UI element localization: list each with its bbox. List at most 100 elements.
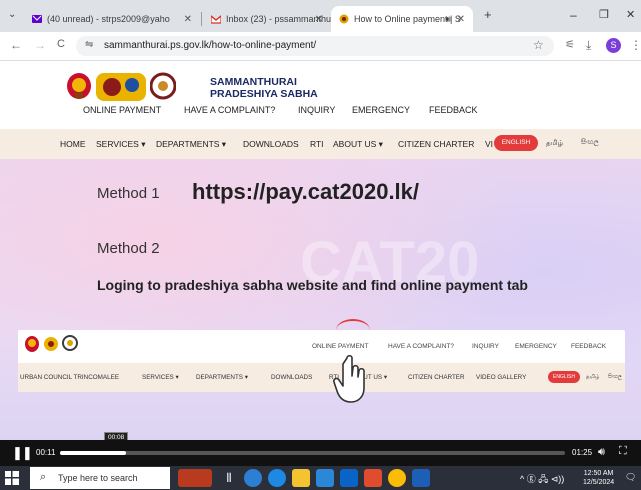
embedded-seal-logo [62,335,78,351]
embedded-nav-citizen-charter: CITIZEN CHARTER [408,374,465,381]
browser-menu-icon[interactable]: ⋮ [630,38,641,52]
embedded-council-logo [44,337,58,351]
tab-gmail[interactable]: Inbox (23) - pssammanthurai@ ✕ [203,6,331,32]
taskbar-search-box[interactable]: ⌕ Type here to search [30,467,170,489]
embedded-nav-inquiry: INQUIRY [472,343,499,350]
duration-time: 01:25 [572,448,593,457]
site-title[interactable]: SAMMANTHURAI PRADESHIYA SABHA [210,76,318,100]
government-emblem-logo[interactable] [66,72,92,100]
url-text: sammanthurai.ps.gov.lk/how-to-online-pay… [104,40,317,51]
bookmark-star-icon[interactable]: ☆ [533,38,544,52]
office-icon[interactable] [364,469,382,487]
embedded-nav-downloads: DOWNLOADS [271,374,313,381]
lang-sinhala-link[interactable]: සිංහල [581,139,599,147]
method2-description: Loging to pradeshiya sabha website and f… [97,277,528,293]
search-icon: ⌕ [40,471,47,483]
method1-label: Method 1 [97,185,160,202]
embedded-nav-departments: DEPARTMENTS ▾ [196,374,248,381]
windows-taskbar: ⌕ Type here to search ⫴ ^ ⓖ 🖧 ⊲)) 12:50 … [0,466,641,490]
province-logo[interactable] [94,69,148,103]
outlook-icon[interactable] [340,469,358,487]
embedded-main-navigation: URBAN COUNCIL TRINCOMALEE SERVICES ▾ DEP… [18,363,625,392]
forward-button[interactable]: → [34,38,46,52]
video-player[interactable]: CAT20 Method 1 https://pay.cat2020.lk/ M… [0,159,641,440]
nav-services[interactable]: SERVICES ▾ [96,139,145,150]
volume-icon[interactable]: 🔊︎ [598,446,605,459]
tab-yahoo-mail[interactable]: (40 unread) - strps2009@yaho ✕ [24,6,200,32]
notification-icon[interactable]: 🗨︎ [625,472,636,483]
reload-button[interactable]: C [57,38,65,50]
nav-emergency[interactable]: EMERGENCY [352,105,410,115]
seek-bar-progress [60,451,126,455]
audio-playing-icon[interactable]: 🔊︎ [445,14,451,25]
site-title-line1: SAMMANTHURAI [210,76,297,88]
nav-video-gallery-truncated[interactable]: VI [485,139,493,149]
back-button[interactable]: ← [10,38,22,52]
windows-start-icon[interactable] [5,471,19,485]
extensions-icon[interactable]: ⚟ [565,38,575,51]
clock-date: 12/5/2024 [583,479,615,486]
embedded-nav-video-gallery: VIDEO GALLERY [476,374,527,381]
taskbar-photo-thumbnail[interactable] [178,469,212,487]
website-header: SAMMANTHURAI PRADESHIYA SABHA ONLINE PAY… [0,61,641,159]
tab-search-icon[interactable]: ⌄ [8,9,16,20]
close-tab-icon[interactable]: ✕ [315,14,323,25]
nav-citizen-charter[interactable]: CITIZEN CHARTER [398,139,474,149]
taskbar-clock[interactable]: 12:50 AM 12/5/2024 [583,469,614,487]
system-tray-icons[interactable]: ^ ⓖ 🖧 ⊲)) [520,472,564,488]
restore-button[interactable]: ❐ [599,8,609,21]
store-icon[interactable] [316,469,334,487]
screen: ⌄ (40 unread) - strps2009@yaho ✕ Inbox (… [0,0,641,490]
address-field[interactable]: ⇋ sammanthurai.ps.gov.lk/how-to-online-p… [76,36,554,56]
download-icon[interactable]: ⤓ [586,38,591,53]
new-tab-button[interactable]: + [484,7,492,22]
current-time: 00:11 [36,448,56,457]
nav-departments[interactable]: DEPARTMENTS ▾ [156,139,226,150]
close-tab-icon[interactable]: ✕ [457,14,465,25]
close-tab-icon[interactable]: ✕ [184,14,192,25]
tab-separator [201,12,202,26]
nav-rti[interactable]: RTI [310,139,324,149]
embedded-nav-services: SERVICES ▾ [142,374,179,381]
lang-english-button[interactable]: ENGLISH [494,135,538,151]
edge-browser-icon[interactable] [268,469,286,487]
embedded-nav-home: URBAN COUNCIL TRINCOMALEE [20,374,120,381]
nav-inquiry[interactable]: INQUIRY [298,105,335,115]
task-view-icon[interactable]: ⫴ [220,469,238,487]
embedded-lang-tamil: தமிழ் [586,374,600,380]
lang-tamil-link[interactable]: தமிழ் [546,139,563,148]
embedded-nav-online-payment: ONLINE PAYMENT [312,343,369,350]
embedded-nav-complaint: HAVE A COMPLAINT? [388,343,454,350]
main-navigation: HOME SERVICES ▾ DEPARTMENTS ▾ DOWNLOADS … [0,129,641,159]
site-emblem-icon [339,14,349,24]
minimize-button[interactable]: – [570,8,577,22]
nav-home[interactable]: HOME [60,139,86,149]
embedded-nav-feedback: FEEDBACK [571,343,607,350]
clock-time: 12:50 AM [583,470,614,477]
embedded-nav-emergency: EMERGENCY [515,343,557,350]
nav-have-a-complaint[interactable]: HAVE A COMPLAINT? [184,105,275,115]
file-explorer-icon[interactable] [292,469,310,487]
chrome-icon[interactable] [388,469,406,487]
pause-button[interactable]: ❚❚ [12,445,33,461]
nav-downloads[interactable]: DOWNLOADS [243,139,299,149]
word-icon[interactable] [412,469,430,487]
tab-how-to-online-payment[interactable]: How to Online payment | S 🔊︎ ✕ [331,6,473,32]
nav-about-us[interactable]: ABOUT US ▾ [333,139,383,150]
site-info-icon[interactable]: ⇋ [85,39,93,50]
browser-address-bar: ← → C ⇋ sammanthurai.ps.gov.lk/how-to-on… [0,32,641,61]
nav-feedback[interactable]: FEEDBACK [429,105,478,115]
profile-avatar[interactable]: S [606,38,621,53]
yahoo-mail-icon [32,15,42,23]
seek-bar[interactable] [60,451,565,455]
taskbar-app-icon[interactable] [244,469,262,487]
browser-tab-bar: ⌄ (40 unread) - strps2009@yaho ✕ Inbox (… [0,0,641,32]
highlight-circle-mark [336,319,370,341]
embedded-site-screenshot: ONLINE PAYMENT HAVE A COMPLAINT? INQUIRY… [18,330,625,392]
embedded-emblem-logo [25,336,39,352]
embedded-lang-sinhala: සිංහල [608,374,622,380]
nav-online-payment[interactable]: ONLINE PAYMENT [83,105,161,115]
close-window-button[interactable]: ✕ [626,8,635,21]
council-seal-logo[interactable] [150,71,176,101]
fullscreen-icon[interactable]: ⛶ [619,445,627,458]
